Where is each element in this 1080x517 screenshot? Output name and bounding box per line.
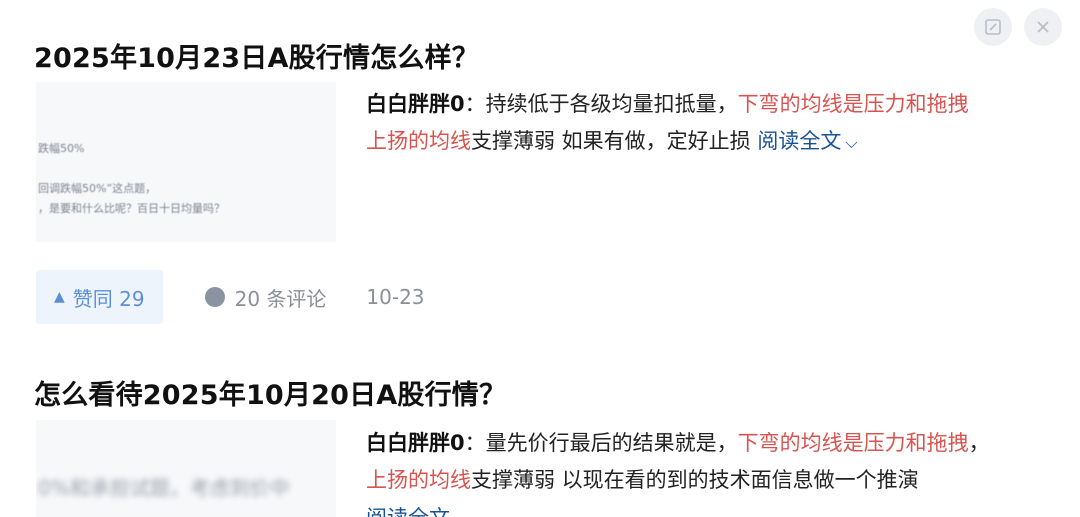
edit-icon[interactable] <box>974 8 1012 46</box>
read-more-link[interactable]: 阅读全文 ⌵ <box>366 502 466 517</box>
answer-date: 10-23 <box>366 285 425 309</box>
author-name[interactable]: 白白胖胖0 <box>366 431 465 455</box>
comment-icon <box>204 287 225 307</box>
upvote-label: 赞同 29 <box>72 286 145 311</box>
thumbnail-text: ，是要和什么比呢？百日十日均量吗？ <box>38 202 225 215</box>
thumbnail-text: 回调跌幅50%”这点题， <box>38 182 157 195</box>
highlight-text: 下弯的均线是压力和拖拽 <box>737 431 969 455</box>
separator: ： <box>464 92 486 116</box>
read-more-label: 阅读全文 <box>366 506 450 517</box>
upvote-icon: ▲ <box>54 289 65 305</box>
chevron-down-icon[interactable]: ⌵ <box>845 133 857 152</box>
separator: ： <box>464 431 486 455</box>
close-icon[interactable] <box>1024 8 1062 46</box>
thumbnail-text: 跌幅50% <box>38 142 85 155</box>
answer-text: 支撑薄弱 如果有做，定好止损 <box>471 129 758 153</box>
upvote-button[interactable]: ▲ 赞同 29 <box>36 270 163 324</box>
answer-excerpt[interactable]: 白白胖胖0：量先价行最后的结果就是，下弯的均线是压力和拖拽， 上扬的均线支撑薄弱… <box>366 425 1066 499</box>
comment-button[interactable]: 20 条评论 <box>204 283 327 312</box>
answer-text: 量先价行最后的结果就是， <box>485 431 738 455</box>
comment-label: 20 条评论 <box>234 286 327 311</box>
answer-excerpt[interactable]: 白白胖胖0：持续低于各级均量扣抵量，下弯的均线是压力和拖拽 上扬的均线支撑薄弱 … <box>366 86 1066 161</box>
highlight-text: 上扬的均线 <box>366 129 471 153</box>
question-title[interactable]: 怎么看待2025年10月20日A股行情？ <box>34 373 506 412</box>
highlight-text: 下弯的均线是压力和拖拽 <box>737 92 969 116</box>
answer-thumbnail[interactable]: 0%和承担试题，考虑到价中 <box>36 420 336 517</box>
highlight-text: 上扬的均线 <box>366 468 471 492</box>
read-more-link[interactable]: 阅读全文 <box>757 129 841 153</box>
top-actions <box>974 8 1062 46</box>
answer-text: 支撑薄弱 以现在看的到的技术面信息做一个推演 <box>471 468 919 492</box>
question-title[interactable]: 2025年10月23日A股行情怎么样？ <box>34 36 479 75</box>
answer-actions: ▲ 赞同 29 20 条评论 10-23 <box>36 270 425 324</box>
answer-text: 持续低于各级均量扣抵量， <box>485 92 738 116</box>
answer-thumbnail[interactable]: 跌幅50% 回调跌幅50%”这点题， ，是要和什么比呢？百日十日均量吗？ <box>36 82 336 242</box>
chevron-down-icon[interactable]: ⌵ <box>454 510 466 517</box>
author-name[interactable]: 白白胖胖0 <box>366 92 465 116</box>
answer-text: ， <box>968 431 990 455</box>
thumbnail-text: 0%和承担试题，考虑到价中 <box>38 476 290 500</box>
